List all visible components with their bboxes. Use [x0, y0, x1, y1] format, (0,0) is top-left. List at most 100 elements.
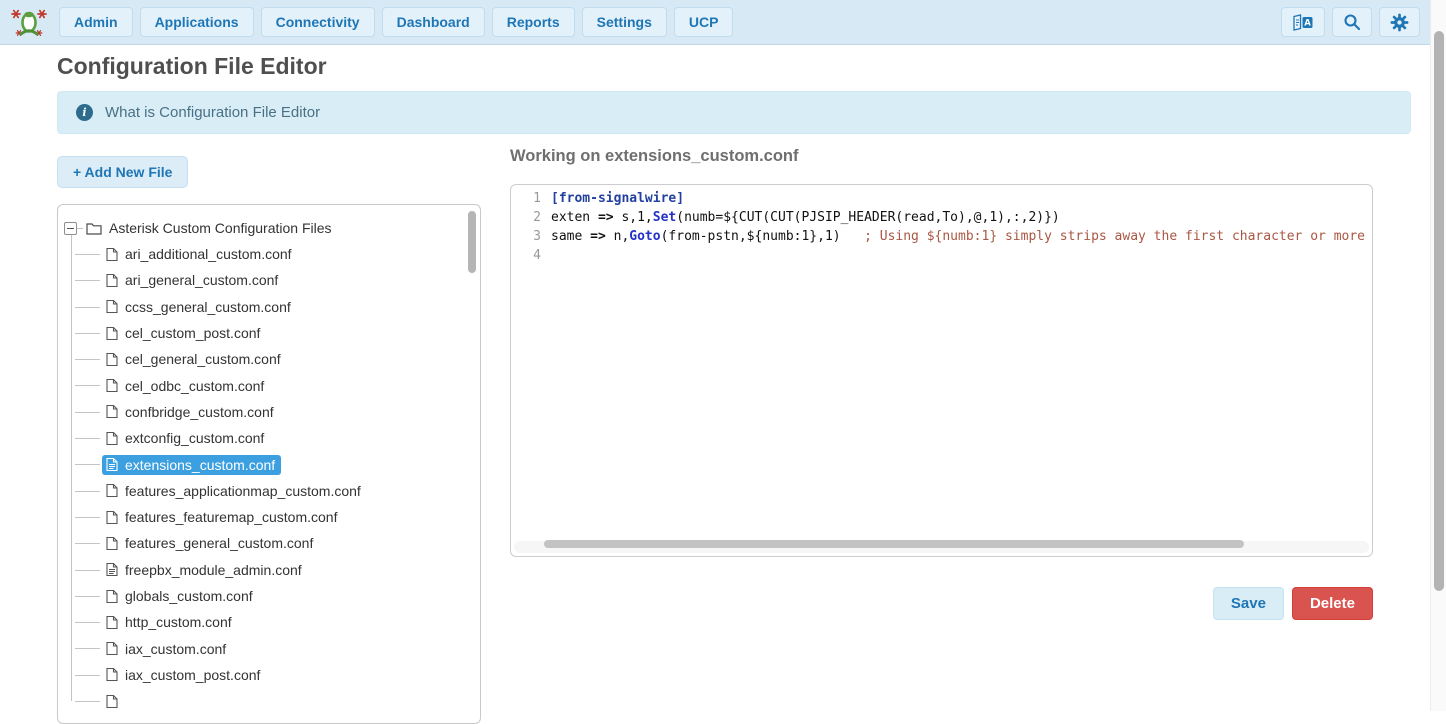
file-icon [106, 483, 118, 498]
tree-item-http_custom.conf[interactable]: http_custom.conf [62, 609, 480, 635]
nav-item-dashboard[interactable]: Dashboard [382, 7, 485, 37]
tree-item-label: ari_general_custom.conf [125, 272, 278, 288]
file-text-icon [106, 562, 118, 577]
tree-item-ari_general_custom.conf[interactable]: ari_general_custom.conf [62, 267, 480, 293]
tree-item-label: globals_custom.conf [125, 588, 253, 604]
tree-item-cel_general_custom.conf[interactable]: cel_general_custom.conf [62, 346, 480, 372]
info-icon: i [76, 104, 93, 121]
tree-item-features_applicationmap_custom.conf[interactable]: features_applicationmap_custom.conf [62, 478, 480, 504]
tree-item-label: ccss_general_custom.conf [125, 299, 291, 315]
delete-button[interactable]: Delete [1292, 587, 1373, 620]
tree-item-label: http_custom.conf [125, 614, 232, 630]
tree-item-extconfig_custom.conf[interactable]: extconfig_custom.conf [62, 425, 480, 451]
line-number: 4 [515, 248, 541, 267]
file-icon [106, 667, 118, 682]
language-button[interactable]: A [1281, 7, 1325, 37]
language-icon: A [1292, 14, 1314, 31]
code-text: same => n,Goto(from-pstn,${numb:1},1) ; … [551, 229, 1365, 248]
code-line-2[interactable]: 2 exten => s,1,Set(numb=${CUT(CUT(PJSIP_H… [515, 210, 1372, 229]
code-text: [from-signalwire] [551, 191, 684, 210]
file-icon [106, 431, 118, 446]
file-icon [106, 536, 118, 551]
file-icon [106, 299, 118, 314]
nav-item-settings[interactable]: Settings [582, 7, 667, 37]
file-icon [106, 326, 118, 341]
tree-item-label: features_applicationmap_custom.conf [125, 483, 361, 499]
tree-item-label: iax_custom_post.conf [125, 667, 260, 683]
tree-connector-stub [77, 228, 83, 229]
tree-item-label: extensions_custom.conf [125, 457, 275, 473]
file-icon [106, 352, 118, 367]
tree-item-label: cel_custom_post.conf [125, 325, 260, 341]
file-icon [106, 589, 118, 604]
search-icon [1343, 13, 1361, 31]
page-scrollbar[interactable] [1430, 0, 1446, 711]
code-line-4[interactable]: 4 [515, 248, 1372, 267]
line-number: 2 [515, 210, 541, 229]
tree-item-extensions_custom.conf[interactable]: extensions_custom.conf [62, 451, 480, 477]
collapse-icon[interactable] [64, 222, 77, 235]
tree-item-ari_additional_custom.conf[interactable]: ari_additional_custom.conf [62, 241, 480, 267]
code-text: exten => s,1,Set(numb=${CUT(CUT(PJSIP_HE… [551, 210, 1060, 229]
code-editor[interactable]: 1 [from-signalwire] 2 exten => s,1,Set(numb… [510, 184, 1373, 557]
file-icon [106, 247, 118, 262]
tree-item-label: ari_additional_custom.conf [125, 246, 292, 262]
tree-item-label: confbridge_custom.conf [125, 404, 274, 420]
add-new-file-button[interactable]: + Add New File [57, 156, 188, 188]
save-button[interactable]: Save [1213, 587, 1284, 620]
nav-item-applications[interactable]: Applications [140, 7, 254, 37]
nav-item-connectivity[interactable]: Connectivity [261, 7, 375, 37]
tree-scrollbar-thumb[interactable] [468, 211, 476, 273]
tree-item-ccss_general_custom.conf[interactable]: ccss_general_custom.conf [62, 294, 480, 320]
tree-item-cel_custom_post.conf[interactable]: cel_custom_post.conf [62, 320, 480, 346]
editor-hscrollbar-thumb[interactable] [544, 540, 1244, 548]
file-icon [106, 273, 118, 288]
page-scrollbar-thumb[interactable] [1434, 31, 1444, 591]
file-icon [106, 378, 118, 393]
nav-item-ucp[interactable]: UCP [674, 7, 734, 37]
code-line-3[interactable]: 3 same => n,Goto(from-pstn,${numb:1},1) ;… [515, 229, 1372, 248]
top-navbar: AdminApplicationsConnectivityDashboardRe… [0, 0, 1446, 45]
page-title: Configuration File Editor [57, 53, 327, 80]
what-is-editor-panel[interactable]: i What is Configuration File Editor [57, 91, 1411, 134]
tree-item-globals_custom.conf[interactable]: globals_custom.conf [62, 583, 480, 609]
nav-item-admin[interactable]: Admin [59, 7, 133, 37]
file-icon [106, 641, 118, 656]
tree-item-label: freepbx_module_admin.conf [125, 562, 302, 578]
freepbx-frog-logo[interactable] [10, 6, 48, 38]
tree-item-iax_custom.conf[interactable]: iax_custom.conf [62, 635, 480, 661]
line-number: 3 [515, 229, 541, 248]
folder-icon [86, 222, 102, 235]
editor-heading: Working on extensions_custom.conf [510, 147, 798, 166]
search-button[interactable] [1332, 7, 1372, 37]
tree-item-label: cel_general_custom.conf [125, 351, 281, 367]
file-text-icon [106, 457, 118, 472]
tree-item-label: features_featuremap_custom.conf [125, 509, 337, 525]
tree-item[interactable] [62, 688, 480, 714]
tree-item-label: extconfig_custom.conf [125, 430, 264, 446]
tree-item-label: features_general_custom.conf [125, 535, 313, 551]
tree-item-iax_custom_post.conf[interactable]: iax_custom_post.conf [62, 662, 480, 688]
tree-item-label: iax_custom.conf [125, 641, 226, 657]
tree-root-label: Asterisk Custom Configuration Files [109, 220, 332, 236]
tree-item-features_general_custom.conf[interactable]: features_general_custom.conf [62, 530, 480, 556]
tree-root-node[interactable]: Asterisk Custom Configuration Files [62, 215, 480, 241]
alert-text: What is Configuration File Editor [105, 104, 320, 121]
nav-item-reports[interactable]: Reports [492, 7, 575, 37]
file-tree-panel: Asterisk Custom Configuration Files ari_… [57, 204, 481, 724]
file-icon [106, 694, 118, 709]
tree-item-cel_odbc_custom.conf[interactable]: cel_odbc_custom.conf [62, 372, 480, 398]
editor-hscrollbar[interactable] [514, 541, 1369, 553]
code-area[interactable]: 1 [from-signalwire] 2 exten => s,1,Set(numb… [511, 185, 1372, 267]
line-number: 1 [515, 191, 541, 210]
tree-item-label: cel_odbc_custom.conf [125, 378, 264, 394]
gear-button[interactable] [1379, 7, 1420, 37]
tree-item-confbridge_custom.conf[interactable]: confbridge_custom.conf [62, 399, 480, 425]
file-icon [106, 615, 118, 630]
gear-icon [1390, 13, 1409, 32]
tree-item-features_featuremap_custom.conf[interactable]: features_featuremap_custom.conf [62, 504, 480, 530]
tree-item-freepbx_module_admin.conf[interactable]: freepbx_module_admin.conf [62, 557, 480, 583]
file-icon [106, 404, 118, 419]
code-line-1[interactable]: 1 [from-signalwire] [515, 191, 1372, 210]
editor-actions: Save Delete [510, 587, 1373, 620]
